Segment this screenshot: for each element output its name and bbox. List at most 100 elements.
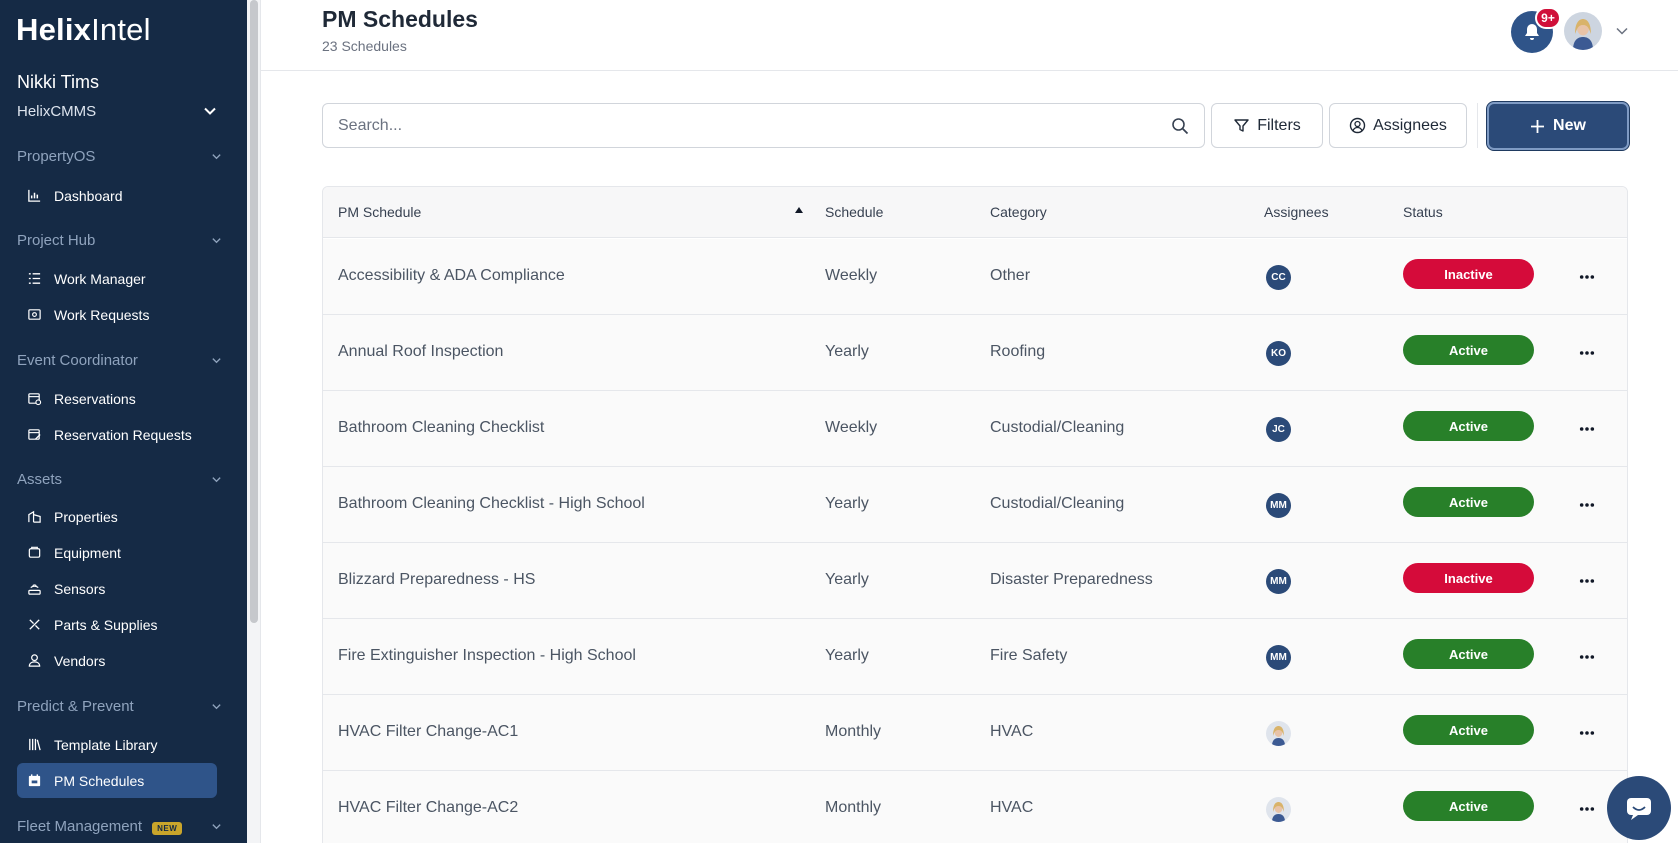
pm-schedule-name[interactable]: Annual Roof Inspection: [338, 343, 503, 361]
table-row[interactable]: Accessibility & ADA Compliance Weekly Othe…: [323, 239, 1627, 315]
category: Disaster Preparedness: [990, 571, 1153, 588]
assignees-button[interactable]: Assignees: [1329, 103, 1467, 148]
schedule-frequency: Yearly: [825, 495, 869, 512]
calendar-edit-icon: [26, 427, 42, 443]
sidebar-item-sensors[interactable]: Sensors: [17, 571, 217, 606]
sidebar-item-reservations[interactable]: Reservations: [17, 381, 217, 416]
chevron-down-icon[interactable]: [1615, 24, 1629, 38]
sidebar-item-equipment[interactable]: Equipment: [17, 535, 217, 570]
assignee-avatar[interactable]: [1266, 797, 1291, 822]
ellipsis-icon: [1579, 275, 1595, 279]
more-options-button[interactable]: [1578, 801, 1596, 817]
column-header-pm-schedule[interactable]: PM Schedule: [338, 204, 421, 220]
pm-schedule-name[interactable]: Bathroom Cleaning Checklist - High Schoo…: [338, 495, 645, 513]
assignee-avatar[interactable]: KO: [1266, 341, 1291, 366]
pm-schedule-name[interactable]: HVAC Filter Change-AC1: [338, 723, 518, 741]
search-input[interactable]: Search...: [322, 103, 1205, 148]
table-row[interactable]: Fire Extinguisher Inspection - High Scho…: [323, 619, 1627, 695]
category: Custodial/Cleaning: [990, 419, 1125, 436]
ellipsis-icon: [1579, 807, 1595, 811]
table-row[interactable]: HVAC Filter Change-AC2 Monthly HVAC Active: [323, 771, 1627, 843]
avatar[interactable]: [1564, 12, 1602, 50]
page-header: PM Schedules 23 Schedules 9+: [261, 0, 1678, 71]
chat-button[interactable]: [1607, 776, 1671, 840]
sidebar-item-reservation-requests[interactable]: Reservation Requests: [17, 417, 217, 452]
column-header-status[interactable]: Status: [1403, 204, 1443, 220]
table-row[interactable]: Bathroom Cleaning Checklist - High Schoo…: [323, 467, 1627, 543]
new-schedule-button[interactable]: New: [1487, 102, 1629, 150]
assignee-avatar[interactable]: [1266, 721, 1291, 746]
table-header: PM Schedule Schedule Category Assignees …: [323, 187, 1627, 238]
tools-icon: [26, 617, 42, 633]
more-options-button[interactable]: [1578, 725, 1596, 741]
user-name: Nikki Tims: [17, 72, 99, 92]
category: Custodial/Cleaning: [990, 495, 1125, 512]
pm-schedule-name[interactable]: Fire Extinguisher Inspection - High Scho…: [338, 647, 636, 665]
assignee-avatar[interactable]: MM: [1266, 569, 1291, 594]
assignee-avatar[interactable]: MM: [1266, 493, 1291, 518]
toolbar-divider: [1477, 103, 1478, 148]
table-row[interactable]: HVAC Filter Change-AC1 Monthly HVAC Active: [323, 695, 1627, 771]
more-options-button[interactable]: [1578, 421, 1596, 437]
sidebar-item-work-manager[interactable]: Work Manager: [17, 261, 217, 296]
assignee-avatar[interactable]: MM: [1266, 645, 1291, 670]
sidebar-item-properties[interactable]: Properties: [17, 499, 217, 534]
status-badge: Active: [1403, 791, 1534, 821]
pm-schedule-name[interactable]: Blizzard Preparedness - HS: [338, 571, 535, 589]
more-options-button[interactable]: [1578, 649, 1596, 665]
scrollbar-thumb[interactable]: [250, 0, 258, 623]
page-title: PM Schedules: [322, 6, 478, 32]
sidebar-item-dashboard[interactable]: Dashboard: [17, 178, 217, 213]
section-predict-prevent[interactable]: Predict & Prevent: [17, 695, 222, 717]
notification-badge: 9+: [1535, 7, 1561, 29]
sidebar-item-template-library[interactable]: Template Library: [17, 727, 217, 762]
sidebar-scrollbar[interactable]: [247, 0, 261, 843]
schedule-frequency: Weekly: [825, 419, 878, 436]
filters-button[interactable]: Filters: [1211, 103, 1323, 148]
section-event-coordinator[interactable]: Event Coordinator: [17, 349, 222, 371]
status-badge: Active: [1403, 639, 1534, 669]
table-row[interactable]: Bathroom Cleaning Checklist Weekly Custodi…: [323, 391, 1627, 467]
list-icon: [26, 271, 42, 287]
status-badge: Active: [1403, 487, 1534, 517]
section-propertyos[interactable]: PropertyOS: [17, 145, 222, 167]
sidebar: HelixIntel Nikki Tims HelixCMMS Property…: [0, 0, 247, 843]
pm-schedule-name[interactable]: Bathroom Cleaning Checklist: [338, 419, 544, 437]
column-header-assignees[interactable]: Assignees: [1264, 204, 1329, 220]
more-options-button[interactable]: [1578, 573, 1596, 589]
bar-chart-icon: [26, 188, 42, 204]
assignee-avatar[interactable]: CC: [1266, 265, 1291, 290]
schedule-frequency: Monthly: [825, 799, 882, 816]
chevron-down-icon: [212, 703, 221, 709]
more-options-button[interactable]: [1578, 345, 1596, 361]
schedule-count: 23 Schedules: [322, 38, 407, 54]
assignee-avatar[interactable]: JC: [1266, 417, 1291, 442]
section-fleet-management[interactable]: Fleet Management NEW: [17, 815, 222, 837]
section-assets[interactable]: Assets: [17, 468, 222, 490]
ellipsis-icon: [1579, 351, 1595, 355]
plus-icon: [1531, 119, 1545, 133]
status-badge: Active: [1403, 715, 1534, 745]
table-row[interactable]: Annual Roof Inspection Yearly Roofing KO Act…: [323, 315, 1627, 391]
chevron-down-icon: [212, 357, 221, 363]
section-project-hub[interactable]: Project Hub: [17, 229, 222, 251]
ellipsis-icon: [1579, 503, 1595, 507]
pm-schedule-name[interactable]: Accessibility & ADA Compliance: [338, 267, 565, 285]
sidebar-item-pm-schedules[interactable]: PM Schedules: [17, 763, 217, 798]
helixintel-logo[interactable]: HelixIntel: [16, 12, 151, 48]
table-row[interactable]: Blizzard Preparedness - HS Yearly Disaster…: [323, 543, 1627, 619]
sidebar-item-vendors[interactable]: Vendors: [17, 643, 217, 678]
sensor-icon: [26, 581, 42, 597]
chevron-down-icon: [204, 107, 216, 115]
inbox-icon: [26, 307, 42, 323]
more-options-button[interactable]: [1578, 497, 1596, 513]
column-header-schedule[interactable]: Schedule: [825, 204, 883, 220]
org-switcher[interactable]: HelixCMMS: [17, 100, 217, 122]
status-badge: Active: [1403, 411, 1534, 441]
pm-schedule-name[interactable]: HVAC Filter Change-AC2: [338, 799, 518, 817]
sort-ascending-icon[interactable]: [795, 207, 803, 213]
more-options-button[interactable]: [1578, 269, 1596, 285]
sidebar-item-parts-supplies[interactable]: Parts & Supplies: [17, 607, 217, 642]
sidebar-item-work-requests[interactable]: Work Requests: [17, 297, 217, 332]
column-header-category[interactable]: Category: [990, 204, 1047, 220]
